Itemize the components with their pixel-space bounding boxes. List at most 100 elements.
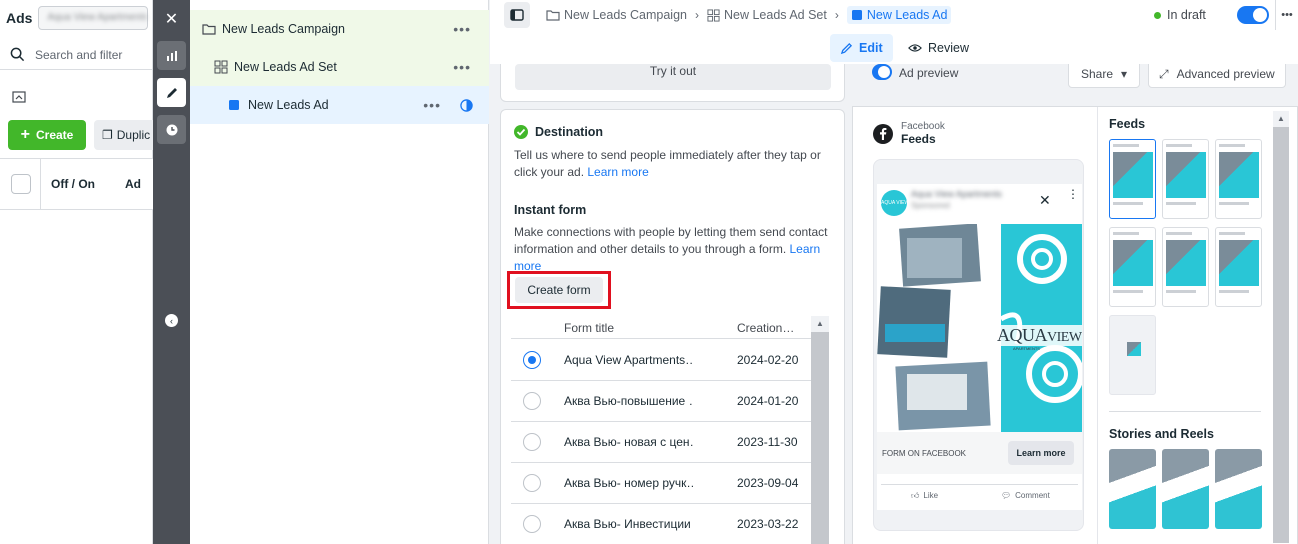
breadcrumb-campaign[interactable]: New Leads Campaign — [546, 8, 687, 22]
pencil-icon — [166, 87, 177, 98]
plus-icon: + — [20, 126, 30, 143]
placement-thumb[interactable] — [1215, 139, 1262, 219]
form-row[interactable]: Аква Вью-повышение … 2024-01-20 — [511, 381, 811, 422]
placement-thumb[interactable] — [1162, 139, 1209, 219]
form-row[interactable]: Аква Вью- номер ручк… 2023-09-04 — [511, 463, 811, 504]
close-editor-button[interactable]: ✕ — [157, 4, 186, 33]
form-radio[interactable] — [523, 351, 541, 369]
col-creation[interactable]: Creation… — [737, 321, 794, 335]
more-icon[interactable]: ••• — [453, 59, 471, 75]
tree-adset[interactable]: New Leads Ad Set ••• — [190, 48, 489, 86]
folder-upload-icon[interactable] — [12, 90, 26, 104]
edit-rail-button[interactable] — [157, 78, 186, 107]
form-row[interactable]: Аква Вью- Инвестиции 2023-03-22 — [511, 504, 811, 544]
edit-review-tabs: Edit Review — [490, 30, 1298, 64]
placement-thumb-story[interactable] — [1162, 449, 1209, 529]
instant-form-title: Instant form — [514, 203, 587, 217]
placement-thumb[interactable] — [1215, 227, 1262, 307]
search-icon — [10, 47, 25, 62]
tree-campaign[interactable]: New Leads Campaign ••• — [190, 10, 489, 48]
tab-edit[interactable]: Edit — [830, 34, 893, 62]
eye-icon — [908, 44, 922, 52]
brand-sub: APARTMENTS — [1013, 346, 1040, 351]
account-selector[interactable]: Aqua View Apartments — [38, 6, 149, 30]
scroll-up-icon[interactable]: ▲ — [811, 316, 829, 332]
platform-label: Facebook — [901, 121, 945, 132]
create-form-button[interactable]: Create form — [515, 277, 603, 303]
feeds-heading: Feeds — [1109, 117, 1146, 131]
form-radio[interactable] — [523, 474, 541, 492]
form-radio[interactable] — [523, 433, 541, 451]
tree-ad[interactable]: New Leads Ad ••• — [190, 86, 489, 124]
close-icon[interactable]: ✕ — [1039, 192, 1051, 209]
destination-card: Destination Tell us where to send people… — [500, 109, 845, 544]
share-button[interactable]: Share ▾ — [1068, 64, 1140, 88]
sidebar-icon — [510, 9, 524, 21]
col-ad[interactable]: Ad — [125, 177, 141, 191]
ad-preview-toggle[interactable] — [872, 64, 892, 80]
draft-status: In draft — [1154, 8, 1206, 22]
more-options-icon[interactable]: ••• — [1275, 0, 1298, 30]
toggle-panel-button[interactable] — [504, 2, 530, 28]
tab-review[interactable]: Review — [898, 34, 979, 62]
breadcrumb-adset[interactable]: New Leads Ad Set — [707, 8, 827, 22]
grid-icon — [214, 60, 228, 74]
cta-bar: FORM ON FACEBOOK Learn more — [877, 432, 1082, 474]
ads-panel: Ads Aqua View Apartments Search and filt… — [0, 0, 164, 544]
like-button[interactable]: 👍︎ Like — [911, 491, 938, 501]
contrast-icon[interactable] — [460, 98, 473, 112]
ad-preview-label: Ad preview — [899, 66, 959, 80]
history-button[interactable] — [157, 115, 186, 144]
try-it-out-button[interactable]: Try it out — [515, 64, 831, 90]
placement-thumb-story[interactable] — [1109, 449, 1156, 529]
bar-chart-icon — [166, 50, 177, 61]
editor-rail: ✕ ‹ — [153, 0, 190, 544]
preview-toolbar: Ad preview Share ▾ ⤢ Advanced preview — [852, 64, 1298, 92]
breadcrumb-ad[interactable]: New Leads Ad — [846, 6, 952, 24]
brand-logo: AQUAVIEW — [995, 325, 1082, 346]
forms-table-header: Form title Creation… — [511, 315, 811, 339]
comment-button[interactable]: 💬︎ Comment — [1001, 491, 1050, 500]
more-icon[interactable]: ••• — [423, 97, 441, 113]
status-dot-icon — [1154, 11, 1161, 19]
kebab-menu-icon[interactable]: ⋮ — [1067, 188, 1079, 200]
facebook-icon — [873, 123, 893, 144]
placement-thumb-feeds[interactable] — [1109, 139, 1156, 219]
phone-mockup: AQUA VIEW Aqua View Apartments Sponsored… — [873, 159, 1084, 531]
destination-learn-more-link[interactable]: Learn more — [587, 165, 648, 179]
col-off-on[interactable]: Off / On — [51, 177, 95, 191]
form-radio[interactable] — [523, 392, 541, 410]
ad-icon — [229, 100, 239, 110]
chevron-right-icon: › — [695, 8, 699, 22]
expand-icon: ⤢ — [1159, 67, 1169, 81]
col-form-title[interactable]: Form title — [564, 321, 614, 335]
charts-button[interactable] — [157, 41, 186, 70]
select-all-checkbox[interactable] — [11, 174, 31, 194]
destination-title: Destination — [535, 125, 604, 139]
learn-more-cta-button[interactable]: Learn more — [1008, 441, 1074, 465]
preview-column: Ad preview Share ▾ ⤢ Advanced preview Face… — [852, 64, 1298, 544]
close-icon: ✕ — [164, 10, 179, 28]
form-radio[interactable] — [523, 515, 541, 533]
placement-thumb[interactable] — [1109, 227, 1156, 307]
page-name: Aqua View Apartments — [911, 189, 1002, 199]
placement-thumb[interactable] — [1162, 227, 1209, 307]
folder-icon — [546, 10, 560, 21]
folder-icon — [202, 24, 216, 35]
form-row[interactable]: Aqua View Apartments… 2024-02-20 — [511, 340, 811, 381]
search-filter[interactable]: Search and filter — [0, 40, 153, 70]
form-row[interactable]: Аква Вью- новая с цен… 2023-11-30 — [511, 422, 811, 463]
advanced-preview-button[interactable]: ⤢ Advanced preview — [1148, 64, 1286, 88]
create-button[interactable]: + Create — [8, 120, 86, 150]
more-icon[interactable]: ••• — [453, 21, 471, 37]
scroll-up-icon[interactable]: ▲ — [1273, 111, 1289, 127]
placement-thumb[interactable] — [1109, 315, 1156, 395]
structure-tree: New Leads Campaign ••• New Leads Ad Set … — [190, 0, 489, 544]
placements-scrollbar[interactable]: ▲ — [1273, 111, 1289, 543]
pencil-icon — [840, 42, 853, 54]
destination-description: Tell us where to send people immediately… — [514, 148, 821, 179]
forms-scrollbar[interactable]: ▲ — [811, 316, 829, 544]
publish-toggle[interactable] — [1237, 6, 1269, 24]
placement-thumb-story[interactable] — [1215, 449, 1262, 529]
collapse-chevron-icon[interactable]: ‹ — [165, 314, 178, 327]
